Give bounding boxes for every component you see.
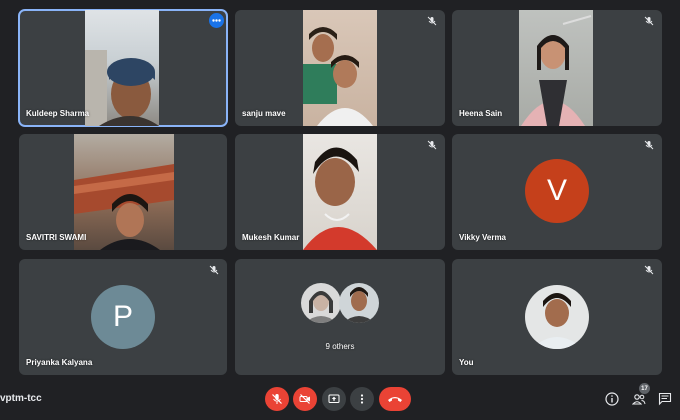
participant-tile-you[interactable]: You	[452, 259, 662, 375]
chat-button[interactable]	[657, 391, 673, 407]
mic-toggle-button[interactable]	[265, 387, 289, 411]
mic-off-icon	[644, 140, 654, 150]
participant-tile-sanju-mave[interactable]: sanju mave	[235, 10, 445, 126]
participant-video	[519, 10, 593, 126]
participant-tile-vikky-verma[interactable]: V Vikky Verma	[452, 134, 662, 250]
participant-avatar	[525, 285, 589, 349]
participant-video	[303, 134, 377, 250]
participant-tile-kuldeep-sharma[interactable]: Kuldeep Sharma	[18, 9, 228, 127]
avatar-letter: V	[546, 174, 567, 207]
participant-name: Priyanka Kalyana	[26, 358, 93, 367]
mic-off-icon	[272, 394, 282, 404]
more-options-button[interactable]	[350, 387, 374, 411]
camera-toggle-button[interactable]	[293, 387, 317, 411]
participant-avatar: P	[91, 285, 155, 349]
participant-name: Heena Sain	[459, 109, 503, 118]
present-screen-button[interactable]	[322, 387, 346, 411]
mic-off-icon	[644, 265, 654, 275]
participant-name: You	[459, 358, 474, 367]
meeting-code: vptm-tcc	[0, 393, 42, 404]
more-options-badge[interactable]	[209, 13, 224, 28]
camera-off-icon	[299, 394, 310, 404]
other-participant-avatar	[301, 283, 341, 323]
participant-name: sanju mave	[242, 109, 286, 118]
participant-name: Mukesh Kumar	[242, 233, 300, 242]
present-screen-icon	[328, 394, 340, 403]
participant-name: Vikky Verma	[459, 233, 507, 242]
chat-icon	[658, 392, 672, 406]
participant-tile-heena-sain[interactable]: Heena Sain	[452, 10, 662, 126]
participant-tile-savitri-swami[interactable]: SAVITRI SWAMI	[19, 134, 227, 250]
participant-video	[74, 134, 174, 250]
meeting-controls-bar: vptm-tcc 17	[0, 382, 680, 420]
mic-off-icon	[209, 265, 219, 275]
participant-avatar: V	[525, 159, 589, 223]
others-count-label: 9 others	[325, 342, 355, 351]
mic-off-icon	[427, 16, 437, 26]
avatar-letter: P	[112, 300, 133, 333]
end-call-icon	[388, 397, 402, 402]
others-tile[interactable]: 9 others	[235, 259, 445, 375]
participant-video	[303, 10, 377, 126]
more-options-icon	[360, 394, 364, 404]
mic-off-icon	[427, 140, 437, 150]
info-icon	[605, 392, 619, 406]
participant-name: SAVITRI SWAMI	[26, 233, 87, 242]
more-horizontal-icon	[212, 19, 221, 22]
people-icon	[632, 394, 646, 405]
participant-tile-mukesh-kumar[interactable]: Mukesh Kumar	[235, 134, 445, 250]
participant-video	[85, 10, 159, 126]
end-call-button[interactable]	[379, 387, 411, 411]
meeting-info-button[interactable]	[604, 391, 620, 407]
participant-tile-priyanka-kalyana[interactable]: P Priyanka Kalyana	[19, 259, 227, 375]
participant-name: Kuldeep Sharma	[26, 109, 90, 118]
other-participant-avatar	[339, 283, 379, 323]
participant-count-badge: 17	[639, 383, 650, 394]
mic-off-icon	[644, 16, 654, 26]
